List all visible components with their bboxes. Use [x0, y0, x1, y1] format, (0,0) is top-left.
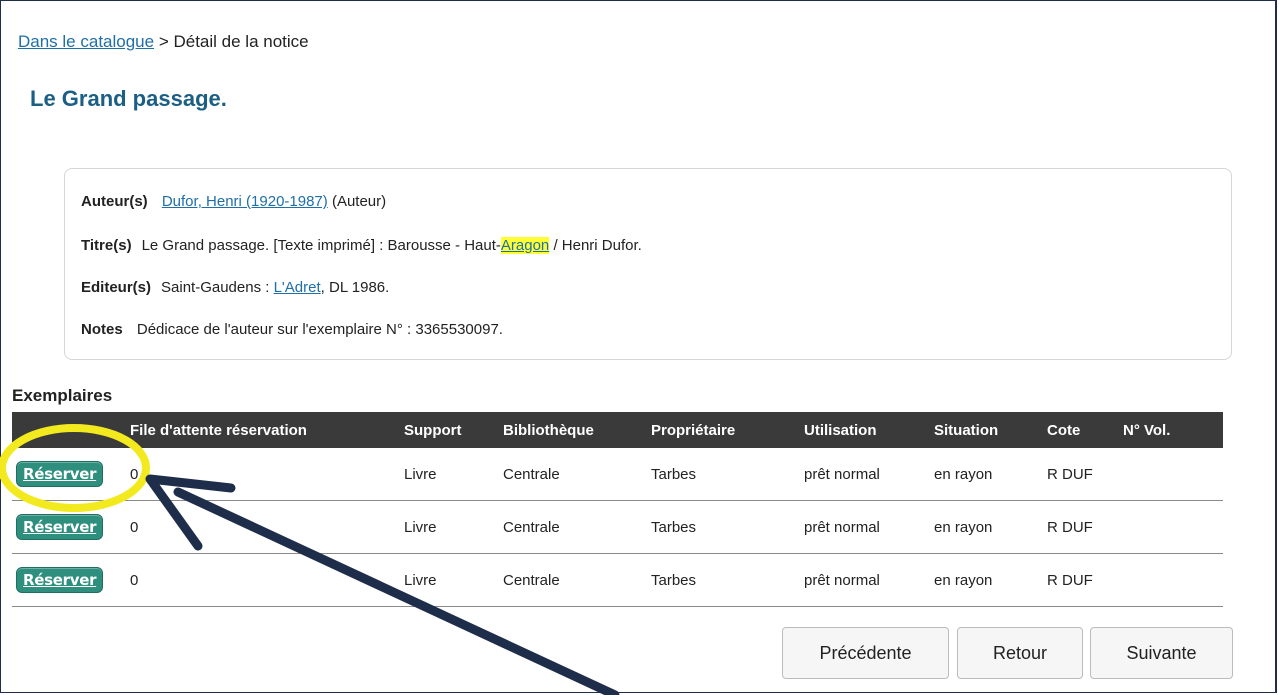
column-header-queue: File d'attente réservation: [124, 412, 398, 448]
cell-queue: 0: [124, 500, 398, 554]
cell-volume: [1117, 553, 1223, 607]
cell-call-number: R DUF: [1041, 500, 1117, 554]
author-label: Auteur(s): [81, 193, 148, 210]
breadcrumb-catalog-link[interactable]: Dans le catalogue: [18, 32, 154, 51]
column-header-library: Bibliothèque: [497, 412, 645, 448]
notice-title-row: Titre(s) Le Grand passage. [Texte imprimé…: [81, 237, 642, 254]
reserve-button[interactable]: Réserver: [16, 567, 104, 593]
cell-location: en rayon: [928, 500, 1041, 554]
cell-call-number: R DUF: [1041, 553, 1117, 607]
author-link[interactable]: Dufor, Henri (1920-1987): [162, 193, 328, 210]
author-role: (Auteur): [331, 193, 387, 210]
table-row: Réserver 0 Livre Centrale Tarbes prêt no…: [12, 448, 1223, 501]
notes-value: Dédicace de l'auteur sur l'exemplaire N°…: [136, 321, 503, 338]
notice-notes-row: Notes Dédicace de l'auteur sur l'exempla…: [81, 321, 503, 338]
breadcrumb: Dans le catalogue > Détail de la notice: [18, 32, 309, 52]
publisher-place: Saint-Gaudens :: [161, 279, 274, 296]
title-value-start: Le Grand passage. [Texte imprimé] : Baro…: [141, 237, 501, 254]
copies-section-title: Exemplaires: [12, 386, 113, 405]
table-row: Réserver 0 Livre Centrale Tarbes prêt no…: [12, 553, 1223, 607]
cell-location: en rayon: [928, 553, 1041, 607]
cell-volume: [1117, 500, 1223, 554]
back-button[interactable]: Retour: [957, 627, 1083, 679]
column-header-usage: Utilisation: [798, 412, 928, 448]
reserve-button[interactable]: Réserver: [16, 514, 104, 540]
cell-support: Livre: [398, 500, 497, 554]
column-header-owner: Propriétaire: [645, 412, 798, 448]
column-header-volume: N° Vol.: [1117, 412, 1223, 448]
cell-queue: 0: [124, 448, 398, 501]
column-header-support: Support: [398, 412, 497, 448]
notes-label: Notes: [81, 321, 123, 338]
cell-library: Centrale: [497, 500, 645, 554]
notice-author-row: Auteur(s) Dufor, Henri (1920-1987) (Aute…: [81, 193, 386, 210]
previous-button[interactable]: Précédente: [782, 627, 949, 679]
next-button[interactable]: Suivante: [1090, 627, 1233, 679]
column-header-location: Situation: [928, 412, 1041, 448]
reserve-cell: Réserver: [12, 500, 124, 554]
cell-support: Livre: [398, 448, 497, 501]
cell-library: Centrale: [497, 448, 645, 501]
publisher-link[interactable]: L'Adret: [274, 279, 321, 296]
cell-owner: Tarbes: [645, 448, 798, 501]
cell-library: Centrale: [497, 553, 645, 607]
column-header-action: [12, 412, 124, 448]
cell-queue: 0: [124, 553, 398, 607]
column-header-call-number: Cote: [1041, 412, 1117, 448]
cell-location: en rayon: [928, 448, 1041, 501]
cell-support: Livre: [398, 553, 497, 607]
title-highlighted-term[interactable]: Aragon: [500, 237, 550, 254]
publisher-label: Editeur(s): [81, 279, 152, 296]
cell-usage: prêt normal: [798, 448, 928, 501]
title-label: Titre(s): [81, 237, 132, 254]
reserve-cell: Réserver: [12, 553, 124, 607]
breadcrumb-current: Détail de la notice: [173, 32, 309, 51]
page-title: Le Grand passage.: [30, 86, 227, 111]
reserve-cell: Réserver: [12, 448, 124, 501]
copies-table-header: File d'attente réservation Support Bibli…: [12, 412, 1223, 448]
cell-usage: prêt normal: [798, 500, 928, 554]
notice-publisher-row: Editeur(s) Saint-Gaudens : L'Adret, DL 19…: [81, 279, 389, 296]
cell-usage: prêt normal: [798, 553, 928, 607]
notice-details: Auteur(s) Dufor, Henri (1920-1987) (Aute…: [64, 168, 1232, 360]
publisher-date: , DL 1986.: [320, 279, 390, 296]
cell-owner: Tarbes: [645, 500, 798, 554]
cell-owner: Tarbes: [645, 553, 798, 607]
reserve-button[interactable]: Réserver: [16, 461, 104, 487]
cell-volume: [1117, 448, 1223, 501]
title-value-end: / Henri Dufor.: [549, 237, 642, 254]
breadcrumb-separator: >: [154, 32, 174, 51]
table-row: Réserver 0 Livre Centrale Tarbes prêt no…: [12, 500, 1223, 554]
copies-table: File d'attente réservation Support Bibli…: [12, 412, 1223, 607]
cell-call-number: R DUF: [1041, 448, 1117, 501]
